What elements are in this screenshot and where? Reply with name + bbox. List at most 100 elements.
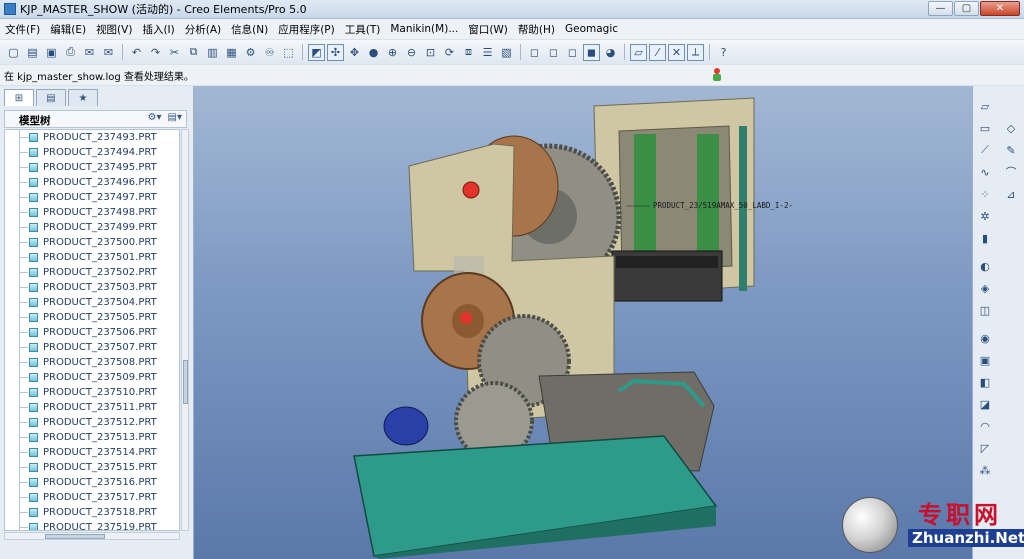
menu-manikin[interactable]: Manikin(M)...: [385, 23, 463, 35]
tree-item[interactable]: PRODUCT_237501.PRT: [5, 250, 179, 265]
tree-item[interactable]: PRODUCT_237507.PRT: [5, 340, 179, 355]
scrollbar-thumb[interactable]: [183, 360, 188, 404]
datum-axis-icon[interactable]: ▭: [977, 120, 993, 136]
tree-item[interactable]: PRODUCT_237495.PRT: [5, 160, 179, 175]
print-icon[interactable]: ⎙: [62, 44, 79, 61]
tree-item[interactable]: PRODUCT_237502.PRT: [5, 265, 179, 280]
sweep-icon[interactable]: ◈: [977, 280, 993, 296]
sketch-icon[interactable]: ⟋: [977, 142, 993, 158]
tree-item[interactable]: PRODUCT_237504.PRT: [5, 295, 179, 310]
context-help-icon[interactable]: ?: [715, 44, 732, 61]
tree-item[interactable]: PRODUCT_237496.PRT: [5, 175, 179, 190]
tree-item[interactable]: PRODUCT_237506.PRT: [5, 325, 179, 340]
tree-item[interactable]: PRODUCT_237505.PRT: [5, 310, 179, 325]
view-manager-icon[interactable]: ▧: [498, 44, 515, 61]
refit-icon[interactable]: ⊡: [422, 44, 439, 61]
paste-icon[interactable]: ▥: [204, 44, 221, 61]
point-tool-icon[interactable]: ✲: [977, 208, 993, 224]
datum-points-icon[interactable]: ✕: [668, 43, 685, 61]
datum-axes-icon[interactable]: ⁄: [649, 43, 666, 61]
tree-item[interactable]: PRODUCT_237497.PRT: [5, 190, 179, 205]
copy-icon[interactable]: ⧉: [185, 44, 202, 61]
menu-view[interactable]: 视图(V): [91, 22, 137, 37]
curve-icon[interactable]: ∿: [977, 164, 993, 180]
menu-geomagic[interactable]: Geomagic: [560, 23, 623, 35]
tree-item[interactable]: PRODUCT_237503.PRT: [5, 280, 179, 295]
hidden-line-icon[interactable]: ◻: [545, 44, 562, 61]
show-icon[interactable]: ▤▾: [168, 112, 182, 123]
point-icon[interactable]: ⁘: [977, 186, 993, 202]
new-file-icon[interactable]: ▢: [5, 44, 22, 61]
menu-file[interactable]: 文件(F): [0, 22, 45, 37]
menu-analysis[interactable]: 分析(A): [180, 22, 226, 37]
round-icon[interactable]: ◠: [977, 418, 993, 434]
blend-icon[interactable]: ◫: [977, 302, 993, 318]
tree-item[interactable]: PRODUCT_237511.PRT: [5, 400, 179, 415]
tree-item[interactable]: PRODUCT_237516.PRT: [5, 475, 179, 490]
find-icon[interactable]: ♾: [261, 44, 278, 61]
shell-icon[interactable]: ▣: [977, 352, 993, 368]
orient-mode-icon[interactable]: ✥: [346, 44, 363, 61]
save-icon[interactable]: ▣: [43, 44, 60, 61]
cut-icon[interactable]: ✂: [166, 44, 183, 61]
chamfer-icon[interactable]: ◸: [977, 440, 993, 456]
tree-item[interactable]: PRODUCT_237517.PRT: [5, 490, 179, 505]
tree-item[interactable]: PRODUCT_237518.PRT: [5, 505, 179, 520]
zoom-out-icon[interactable]: ⊖: [403, 44, 420, 61]
tab-model-tree[interactable]: ⊞: [4, 89, 34, 106]
tree-item[interactable]: PRODUCT_237509.PRT: [5, 370, 179, 385]
minimize-button[interactable]: —: [928, 1, 953, 16]
tree-item[interactable]: PRODUCT_237513.PRT: [5, 430, 179, 445]
surface-icon[interactable]: ⌒: [1003, 164, 1019, 180]
tree-item[interactable]: PRODUCT_237515.PRT: [5, 460, 179, 475]
open-folder-icon[interactable]: ▤: [24, 44, 41, 61]
layers-icon[interactable]: ☰: [479, 44, 496, 61]
tree-item[interactable]: PRODUCT_237514.PRT: [5, 445, 179, 460]
menu-insert[interactable]: 插入(I): [137, 22, 179, 37]
menu-help[interactable]: 帮助(H): [513, 22, 560, 37]
extrude-icon[interactable]: ▮: [977, 230, 993, 246]
pattern-icon[interactable]: ⁂: [977, 462, 993, 478]
reorient-icon[interactable]: ⟳: [441, 44, 458, 61]
menu-info[interactable]: 信息(N): [226, 22, 273, 37]
saved-views-icon[interactable]: ⧈: [460, 44, 477, 61]
menu-edit[interactable]: 编辑(E): [45, 22, 91, 37]
paste-special-icon[interactable]: ▦: [223, 44, 240, 61]
coordinate-systems-icon[interactable]: ⟂: [687, 43, 704, 61]
tab-folder-browser[interactable]: ▤: [36, 89, 66, 106]
datum-planes-icon[interactable]: ▱: [630, 43, 647, 61]
datum-plane-icon[interactable]: ▱: [977, 98, 993, 114]
tree-item[interactable]: PRODUCT_237510.PRT: [5, 385, 179, 400]
datum-plane-tool-icon[interactable]: ◇: [1003, 120, 1019, 136]
tree-item[interactable]: PRODUCT_237494.PRT: [5, 145, 179, 160]
menu-applications[interactable]: 应用程序(P): [273, 22, 340, 37]
draft-icon[interactable]: ◪: [977, 396, 993, 412]
graphics-window[interactable]: PRODUCT_23/519AMAX_50_LABD_I-2-: [194, 86, 972, 559]
appearance-icon[interactable]: ●: [365, 44, 382, 61]
regenerate-icon[interactable]: ⚙: [242, 44, 259, 61]
tree-item[interactable]: PRODUCT_237499.PRT: [5, 220, 179, 235]
tree-item[interactable]: PRODUCT_237493.PRT: [5, 130, 179, 145]
tree-item[interactable]: PRODUCT_237498.PRT: [5, 205, 179, 220]
tree-item[interactable]: PRODUCT_237500.PRT: [5, 235, 179, 250]
undo-icon[interactable]: ↶: [128, 44, 145, 61]
settings-icon[interactable]: ⚙▾: [148, 112, 162, 123]
hole-icon[interactable]: ◉: [977, 330, 993, 346]
revolve-icon[interactable]: ◐: [977, 258, 993, 274]
email-link-icon[interactable]: ✉: [100, 44, 117, 61]
spin-center-icon[interactable]: ✣: [327, 43, 344, 61]
repaint-icon[interactable]: ◩: [308, 43, 325, 61]
tree-horizontal-scrollbar[interactable]: [4, 532, 180, 540]
menu-window[interactable]: 窗口(W): [463, 22, 513, 37]
tree-vertical-scrollbar[interactable]: [181, 129, 189, 531]
rib-icon[interactable]: ◧: [977, 374, 993, 390]
scrollbar-thumb[interactable]: [45, 534, 105, 539]
enhanced-realism-icon[interactable]: ◕: [602, 44, 619, 61]
email-icon[interactable]: ✉: [81, 44, 98, 61]
close-button[interactable]: ✕: [980, 1, 1020, 16]
sketch-tool-icon[interactable]: ✎: [1003, 142, 1019, 158]
tree-item[interactable]: PRODUCT_237508.PRT: [5, 355, 179, 370]
csys-icon[interactable]: ⊿: [1003, 186, 1019, 202]
tree-item[interactable]: PRODUCT_237519.PRT: [5, 520, 179, 530]
no-hidden-icon[interactable]: ◻: [564, 44, 581, 61]
